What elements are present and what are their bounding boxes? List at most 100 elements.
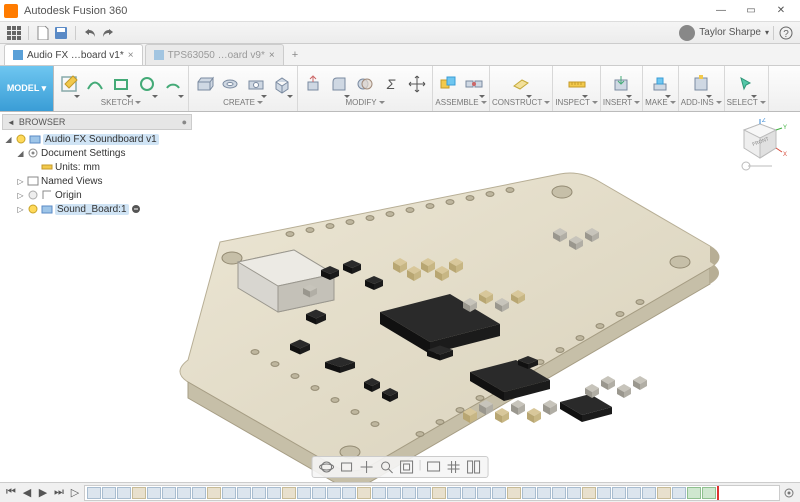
fillet-button[interactable]	[326, 70, 352, 98]
timeline-feature[interactable]	[282, 487, 296, 499]
grid-settings-icon[interactable]	[445, 459, 461, 475]
timeline-feature[interactable]	[702, 487, 716, 499]
visibility-icon[interactable]	[27, 203, 39, 215]
timeline-feature[interactable]	[372, 487, 386, 499]
circle-button[interactable]	[134, 70, 160, 98]
tab-close-icon[interactable]: ×	[269, 50, 275, 61]
move-button[interactable]	[404, 70, 430, 98]
joint-button[interactable]	[461, 70, 487, 98]
timeline-feature[interactable]	[102, 487, 116, 499]
display-settings-icon[interactable]	[425, 459, 441, 475]
tab-close-icon[interactable]: ×	[128, 50, 134, 61]
tree-root[interactable]: ◢ Audio FX Soundboard v1	[2, 132, 192, 146]
close-button[interactable]: ✕	[766, 1, 796, 21]
timeline-feature[interactable]	[672, 487, 686, 499]
browser-header[interactable]: ◄ BROWSER ●	[2, 114, 192, 130]
addins-button[interactable]	[688, 70, 714, 98]
tree-origin[interactable]: ▷ Origin	[2, 188, 192, 202]
timeline-feature[interactable]	[522, 487, 536, 499]
insert-button[interactable]	[608, 70, 634, 98]
help-icon[interactable]: ?	[778, 25, 794, 41]
viewcube[interactable]: FRONT Y Z X	[738, 118, 788, 178]
zoom-icon[interactable]	[379, 459, 395, 475]
timeline-feature[interactable]	[192, 487, 206, 499]
timeline-feature[interactable]	[447, 487, 461, 499]
user-menu[interactable]: Taylor Sharpe ▾	[679, 25, 769, 41]
select-button[interactable]	[733, 70, 759, 98]
timeline-feature[interactable]	[177, 487, 191, 499]
app-grid-icon[interactable]	[6, 25, 22, 41]
parameters-button[interactable]: Σ	[378, 70, 404, 98]
measure-button[interactable]	[564, 70, 590, 98]
combine-button[interactable]	[352, 70, 378, 98]
revolve-button[interactable]	[217, 70, 243, 98]
timeline-feature[interactable]	[432, 487, 446, 499]
timeline-feature[interactable]	[222, 487, 236, 499]
timeline-feature[interactable]	[117, 487, 131, 499]
extrude-button[interactable]	[191, 70, 217, 98]
timeline-feature[interactable]	[552, 487, 566, 499]
timeline-feature[interactable]	[597, 487, 611, 499]
file-icon[interactable]	[35, 25, 51, 41]
timeline-feature[interactable]	[327, 487, 341, 499]
timeline-feature[interactable]	[132, 487, 146, 499]
save-icon[interactable]	[53, 25, 69, 41]
timeline-feature[interactable]	[687, 487, 701, 499]
timeline-feature[interactable]	[537, 487, 551, 499]
visibility-icon[interactable]	[15, 133, 27, 145]
tree-component[interactable]: ▷ Sound_Board:1	[2, 202, 192, 216]
tree-units[interactable]: Units: mm	[2, 160, 192, 174]
document-tab-active[interactable]: Audio FX …board v1* ×	[4, 44, 143, 65]
new-tab-button[interactable]: +	[286, 44, 304, 65]
fit-icon[interactable]	[399, 459, 415, 475]
timeline-feature[interactable]	[162, 487, 176, 499]
undo-icon[interactable]	[82, 25, 98, 41]
timeline-feature[interactable]	[567, 487, 581, 499]
document-tab-inactive[interactable]: TPS63050 …oard v9* ×	[145, 44, 284, 65]
workspace-switcher[interactable]: MODEL ▾	[0, 66, 54, 111]
timeline-settings-icon[interactable]	[782, 486, 796, 500]
timeline-playhead[interactable]	[717, 485, 719, 501]
timeline-feature[interactable]	[402, 487, 416, 499]
tree-named-views[interactable]: ▷ Named Views	[2, 174, 192, 188]
timeline-feature[interactable]	[642, 487, 656, 499]
hole-button[interactable]	[243, 70, 269, 98]
look-at-icon[interactable]	[339, 459, 355, 475]
orbit-icon[interactable]	[319, 459, 335, 475]
timeline-feature[interactable]	[492, 487, 506, 499]
timeline-end-button[interactable]: ⏭	[52, 486, 66, 500]
new-component-button[interactable]	[435, 70, 461, 98]
box-button[interactable]	[269, 70, 295, 98]
timeline-feature[interactable]	[207, 487, 221, 499]
timeline-feature[interactable]	[342, 487, 356, 499]
timeline-feature[interactable]	[237, 487, 251, 499]
timeline-track[interactable]	[84, 485, 780, 501]
timeline-feature[interactable]	[417, 487, 431, 499]
timeline-feature[interactable]	[507, 487, 521, 499]
timeline-play-button[interactable]: ▷	[68, 486, 82, 500]
timeline-feature[interactable]	[387, 487, 401, 499]
timeline-feature[interactable]	[612, 487, 626, 499]
press-pull-button[interactable]	[300, 70, 326, 98]
timeline-feature[interactable]	[252, 487, 266, 499]
timeline-feature[interactable]	[267, 487, 281, 499]
timeline-feature[interactable]	[87, 487, 101, 499]
visibility-icon[interactable]	[27, 189, 39, 201]
make-button[interactable]	[647, 70, 673, 98]
viewport-layouts-icon[interactable]	[465, 459, 481, 475]
timeline-feature[interactable]	[657, 487, 671, 499]
rectangle-button[interactable]	[108, 70, 134, 98]
arc-button[interactable]	[160, 70, 186, 98]
timeline-feature[interactable]	[627, 487, 641, 499]
line-button[interactable]	[82, 70, 108, 98]
timeline-feature[interactable]	[147, 487, 161, 499]
tree-doc-settings[interactable]: ◢ Document Settings	[2, 146, 192, 160]
timeline-feature[interactable]	[582, 487, 596, 499]
timeline-feature[interactable]	[357, 487, 371, 499]
redo-icon[interactable]	[100, 25, 116, 41]
timeline-feature[interactable]	[312, 487, 326, 499]
timeline-feature[interactable]	[297, 487, 311, 499]
minimize-button[interactable]: —	[706, 1, 736, 21]
timeline-feature[interactable]	[462, 487, 476, 499]
maximize-button[interactable]: ▭	[736, 1, 766, 21]
